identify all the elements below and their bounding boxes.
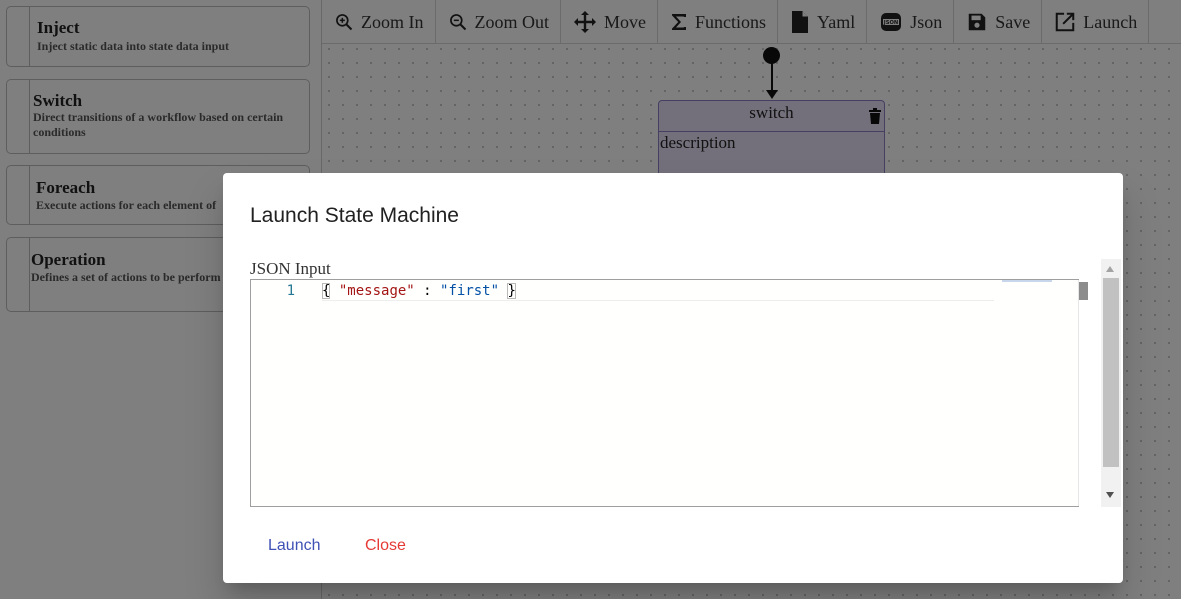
close-button[interactable]: Close [347,528,424,564]
launch-dialog: Launch State Machine JSON Input 1 { "mes… [223,173,1123,583]
line-number: 1 [286,283,295,299]
json-input-label: JSON Input [250,259,331,278]
launch-button[interactable]: Launch [250,528,339,564]
dialog-scrollbar[interactable] [1101,259,1121,507]
open-brace: { [322,283,331,299]
json-value: "first" [440,283,500,299]
close-brace: } [507,283,516,299]
scroll-thumb[interactable] [1103,278,1119,467]
json-colon: : [414,283,441,299]
overview-ruler-marker [1079,282,1088,300]
json-key: "message" [338,283,415,299]
json-editor[interactable]: 1 { "message" : "first" } [250,279,1088,507]
editor-gutter: 1 [251,280,309,506]
code-line[interactable]: { "message" : "first" } [322,280,994,301]
dialog-title: Launch State Machine [250,204,459,227]
scroll-down-arrow-icon[interactable] [1106,492,1114,498]
minimap-line [1002,280,1052,282]
scroll-up-arrow-icon[interactable] [1106,266,1114,272]
editor-ruler [1078,280,1079,506]
